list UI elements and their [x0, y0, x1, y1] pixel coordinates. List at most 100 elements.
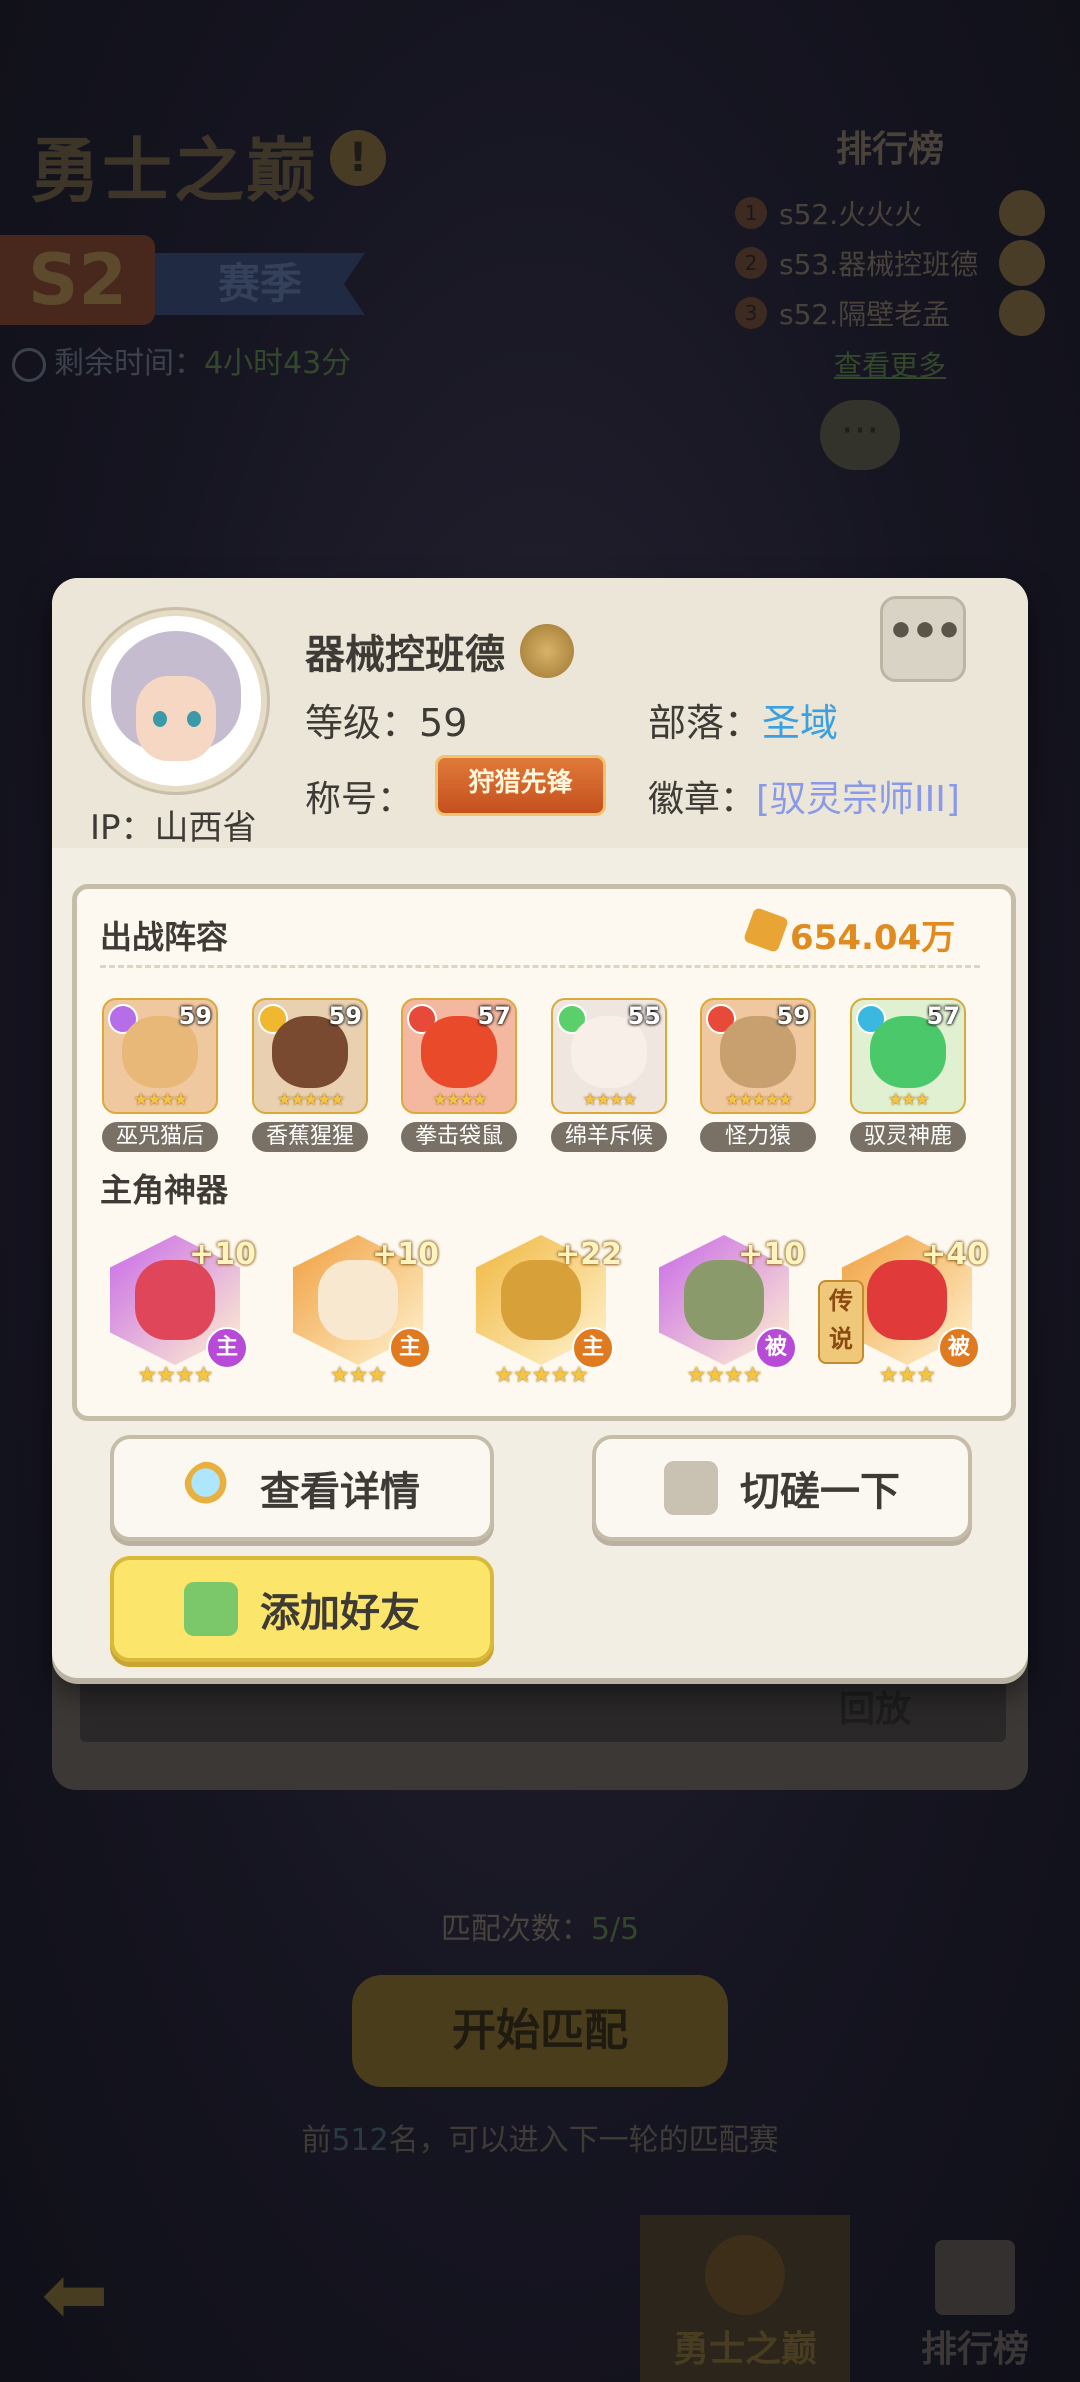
- artifact-slot[interactable]: +22 主 ★★★★★: [466, 1235, 622, 1395]
- lion-badge-icon: [520, 624, 574, 678]
- artifact-plus: +10: [189, 1237, 256, 1272]
- match-count-label: 匹配次数：: [440, 1912, 591, 1947]
- legend-tag: 传说: [818, 1280, 864, 1364]
- rank-note-prefix: 前: [301, 2123, 332, 2158]
- ranking-row[interactable]: 3 s52.隔壁老孟: [735, 288, 1045, 338]
- tab-leaderboard[interactable]: 排行榜: [880, 2215, 1070, 2382]
- artifact-icon: [684, 1260, 764, 1340]
- view-details-button[interactable]: 查看详情: [110, 1435, 494, 1541]
- artifact-slot[interactable]: +10 主 ★★★★: [100, 1235, 256, 1395]
- tab-label: 勇士之巅: [672, 2329, 817, 2370]
- season-label: 赛季: [155, 253, 365, 315]
- hero-stars: ★★★★★: [276, 1090, 345, 1110]
- spar-button[interactable]: 切磋一下: [592, 1435, 972, 1541]
- hero-level: 55: [627, 1002, 661, 1030]
- add-friend-icon: [184, 1582, 238, 1636]
- hero-card[interactable]: 57 ★★★ 驭灵神鹿: [850, 998, 966, 1152]
- artifact-plus: +40: [921, 1237, 988, 1272]
- artifact-icon: [318, 1260, 398, 1340]
- artifact-stars: ★★★: [878, 1363, 936, 1388]
- artifact-plus: +10: [738, 1237, 805, 1272]
- match-count: 匹配次数：5/5: [0, 1904, 1080, 1948]
- player-name: 器械控班德: [305, 632, 505, 678]
- badge-value: [驭灵宗师III]: [756, 779, 960, 820]
- more-options-button[interactable]: •••: [880, 596, 966, 682]
- hero-name: 怪力猿: [700, 1122, 816, 1152]
- artifact-icon: [867, 1260, 947, 1340]
- remaining-label: 剩余时间：: [54, 346, 204, 381]
- hero-card[interactable]: 59 ★★★★★ 怪力猿: [700, 998, 816, 1152]
- crossed-axes-icon: [664, 1461, 718, 1515]
- tribe-label: 部落：: [648, 701, 763, 745]
- medal-icon: 2: [735, 247, 767, 279]
- season-code: S2: [0, 235, 155, 325]
- tab-label: 排行榜: [920, 2329, 1029, 2370]
- magnifier-icon: [184, 1461, 238, 1515]
- artifact-plus: +22: [555, 1237, 622, 1272]
- hero-portrait: 59 ★★★★: [102, 998, 218, 1114]
- back-arrow-icon[interactable]: ⬅: [20, 2250, 130, 2340]
- rank-note: 前512名，可以进入下一轮的匹配赛: [0, 2115, 1080, 2159]
- hero-portrait: 59 ★★★★★: [252, 998, 368, 1114]
- season-banner: S2 赛季: [0, 235, 370, 325]
- artifact-stars: ★★★: [329, 1363, 387, 1388]
- start-match-button[interactable]: 开始匹配: [352, 1975, 728, 2087]
- level-value: 59: [419, 701, 468, 745]
- hero-name: 巫咒猫后: [102, 1122, 218, 1152]
- see-more-link[interactable]: 查看更多: [735, 344, 1045, 384]
- rank-note-value: 512: [331, 2123, 389, 2158]
- artifact-icon: [135, 1260, 215, 1340]
- hero-name: 驭灵神鹿: [850, 1122, 966, 1152]
- player-tribe: 部落：圣域: [648, 692, 838, 747]
- button-label: 添加好友: [260, 1590, 420, 1636]
- hero-card[interactable]: 57 ★★★★ 拳击袋鼠: [401, 998, 517, 1152]
- artifact-slot[interactable]: +10 被 ★★★★: [649, 1235, 805, 1395]
- medal-icon: 1: [735, 197, 767, 229]
- tab-warrior-peak[interactable]: 勇士之巅: [640, 2215, 850, 2382]
- hero-portrait: 59 ★★★★★: [700, 998, 816, 1114]
- clock-icon: [12, 347, 46, 382]
- avatar: [85, 610, 267, 792]
- hero-name: 香蕉猩猩: [252, 1122, 368, 1152]
- hero-level: 57: [926, 1002, 960, 1030]
- remaining-time: 剩余时间：4小时43分: [12, 338, 351, 382]
- chat-bubble-icon[interactable]: ···: [820, 400, 900, 470]
- ranking-row[interactable]: 1 s52.火火火: [735, 188, 1045, 238]
- hero-portrait: 57 ★★★: [850, 998, 966, 1114]
- tribe-value: 圣域: [762, 701, 839, 745]
- hero-name: 绵羊斥候: [551, 1122, 667, 1152]
- avatar: [999, 290, 1045, 336]
- replay-button[interactable]: 回放: [790, 1680, 960, 1736]
- artifact-slot[interactable]: +10 主 ★★★: [283, 1235, 439, 1395]
- hero-stars: ★★★★: [432, 1090, 488, 1110]
- hero-card[interactable]: 55 ★★★★ 绵羊斥候: [551, 998, 667, 1152]
- hero-level: 57: [477, 1002, 511, 1030]
- avatar: [999, 240, 1045, 286]
- ranking-name: s52.火火火: [779, 198, 923, 231]
- ranking-title: 排行榜: [835, 129, 944, 170]
- avatar: [999, 190, 1045, 236]
- match-count-value: 5/5: [590, 1912, 640, 1947]
- title-label: 称号：: [305, 779, 414, 820]
- hero-portrait: 55 ★★★★: [551, 998, 667, 1114]
- artifact-plus: +10: [372, 1237, 439, 1272]
- lineup-title: 出战阵容: [100, 918, 229, 956]
- ranking-name: s52.隔壁老孟: [779, 298, 951, 331]
- remaining-value: 4小时43分: [204, 346, 352, 381]
- hero-stars: ★★★★★: [724, 1090, 793, 1110]
- info-icon[interactable]: !: [330, 130, 386, 186]
- player-emblem: 徽章：[驭灵宗师III]: [648, 770, 960, 822]
- ranking-row[interactable]: 2 s53.器械控班德: [735, 238, 1045, 288]
- hero-card[interactable]: 59 ★★★★ 巫咒猫后: [102, 998, 218, 1152]
- game-title: 勇士之巅: [30, 130, 318, 212]
- hero-stars: ★★★: [888, 1090, 930, 1110]
- button-label: 查看详情: [260, 1469, 420, 1515]
- add-friend-button[interactable]: 添加好友: [110, 1556, 494, 1662]
- battle-power: 654.04万: [790, 918, 956, 958]
- hero-level: 59: [178, 1002, 212, 1030]
- button-label: 切磋一下: [740, 1469, 900, 1515]
- artifact-stars: ★★★★: [686, 1363, 763, 1388]
- ranking-name: s53.器械控班德: [779, 248, 979, 281]
- hero-level: 59: [776, 1002, 810, 1030]
- hero-card[interactable]: 59 ★★★★★ 香蕉猩猩: [252, 998, 368, 1152]
